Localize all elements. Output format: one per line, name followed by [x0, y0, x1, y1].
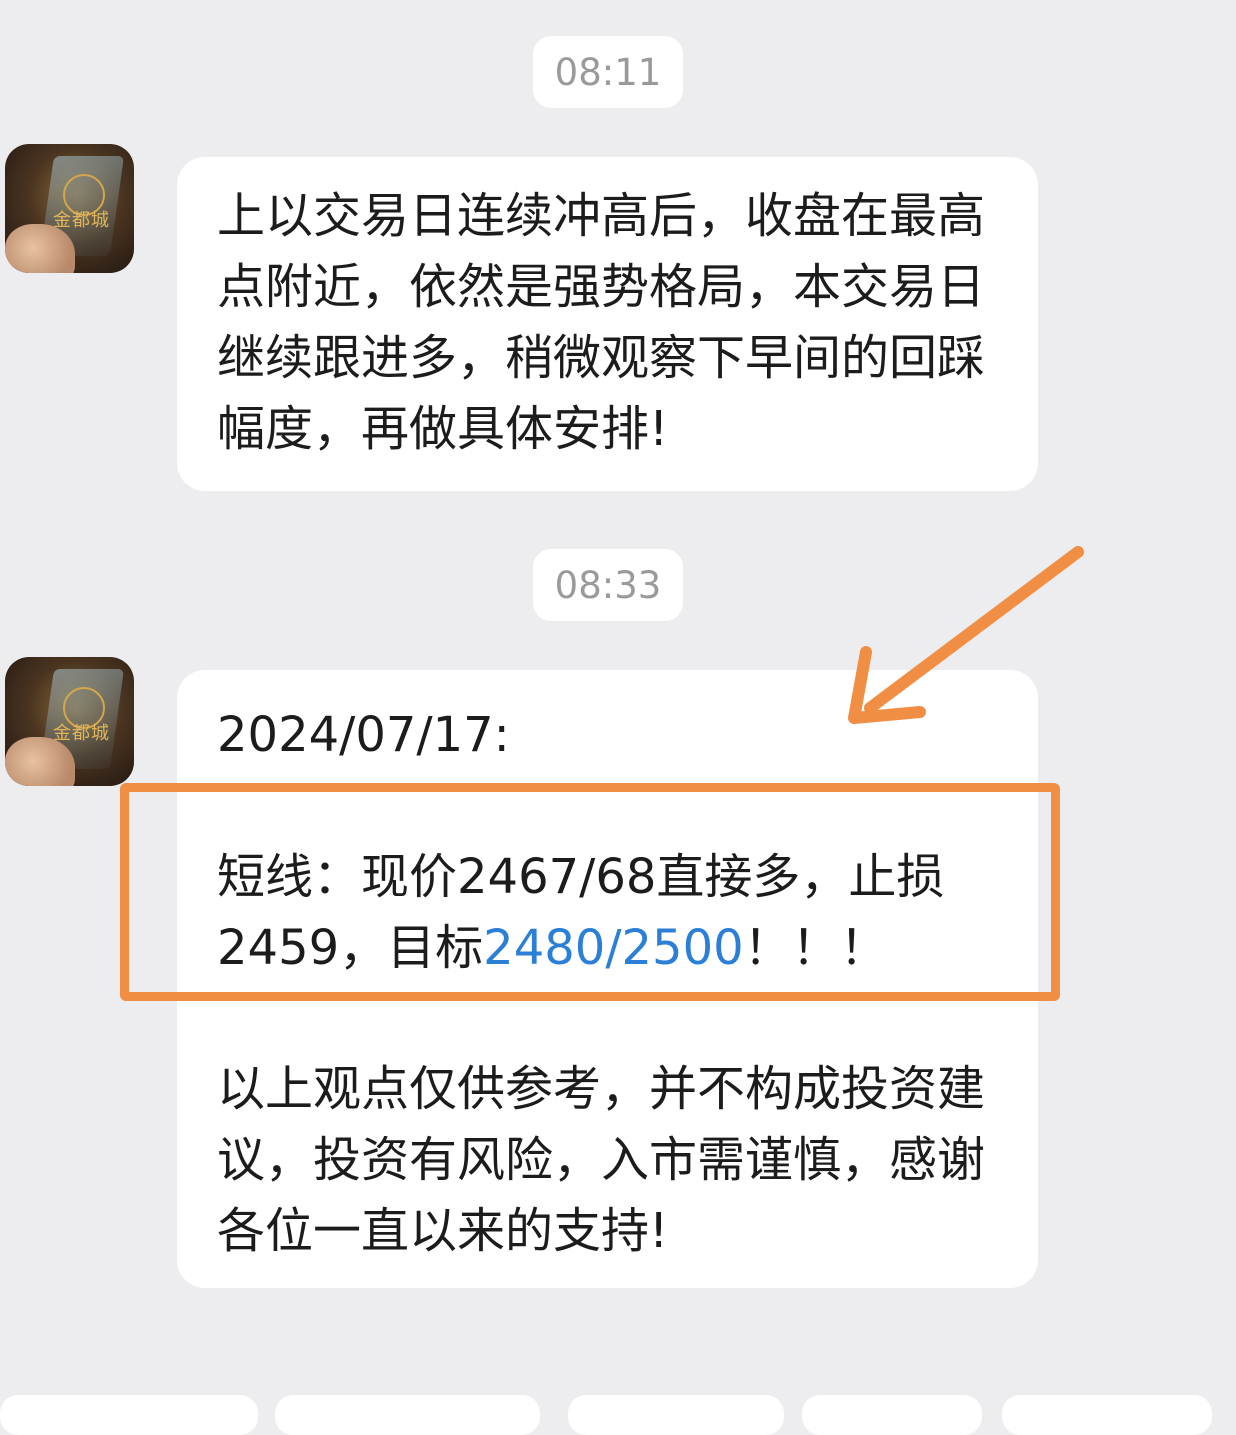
quick-reply-chip[interactable] [275, 1395, 540, 1435]
message-bubble[interactable]: 上以交易日连续冲高后，收盘在最高点附近，依然是强势格局，本交易日继续跟进多，稍微… [177, 157, 1038, 491]
quick-reply-chip[interactable] [0, 1395, 258, 1435]
message-text: 上以交易日连续冲高后，收盘在最高点附近，依然是强势格局，本交易日继续跟进多，稍微… [217, 188, 986, 457]
highlight-annotation-box [120, 783, 1060, 1001]
avatar-logo-text: 金都城 [53, 723, 110, 744]
sender-avatar[interactable]: 金都城 [5, 144, 134, 273]
timestamp-text: 08:11 [554, 50, 662, 94]
timestamp-text: 08:33 [554, 563, 662, 607]
message-date-line: 2024/07/17: [217, 707, 510, 763]
avatar-logo-text: 金都城 [53, 210, 110, 231]
disclaimer-text: 以上观点仅供参考，并不构成投资建议，投资有风险，入市需谨慎，感谢各位一直以来的支… [217, 1061, 986, 1259]
timestamp-pill: 08:33 [533, 549, 683, 621]
quick-reply-chip[interactable] [1002, 1395, 1212, 1435]
timestamp-pill: 08:11 [533, 36, 683, 108]
quick-reply-chip[interactable] [568, 1395, 784, 1435]
sender-avatar[interactable]: 金都城 [5, 657, 134, 786]
quick-reply-chip[interactable] [802, 1395, 982, 1435]
pointer-arrow-icon [848, 546, 1084, 724]
